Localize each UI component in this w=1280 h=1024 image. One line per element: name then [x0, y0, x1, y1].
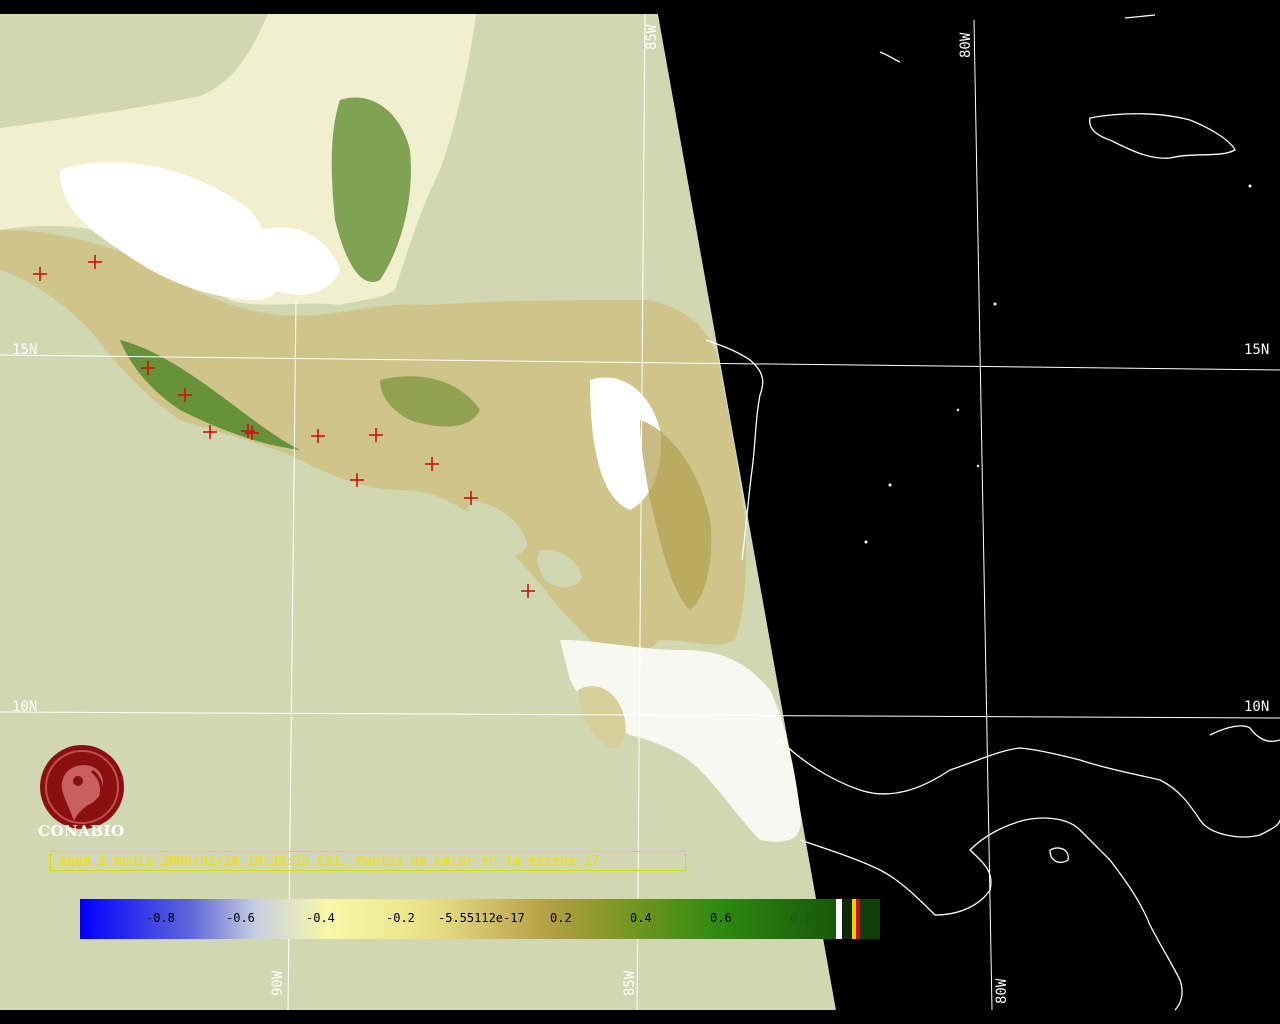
- colorbar-black-swatch: [842, 899, 852, 939]
- colorbar-tick-label: 0.2: [550, 911, 572, 925]
- lon-label-80w-bottom: 80W: [994, 978, 1010, 1004]
- lon-label-85w-bottom: 85W: [622, 970, 638, 996]
- colorbar-tick-label: -5.55112e-17: [438, 911, 525, 925]
- lat-label-10n-right: 10N: [1244, 699, 1269, 715]
- lon-label-80w-top: 80W: [958, 32, 974, 58]
- colorbar-tick-label: 0.4: [630, 911, 652, 925]
- lat-label-15n-left: 15N: [12, 342, 37, 358]
- colorbar-green-swatch: [860, 899, 880, 939]
- colorbar-tick-label: -0.4: [306, 911, 335, 925]
- colorbar-tick-label: -0.8: [146, 911, 175, 925]
- logo-name: CONABIO: [38, 822, 125, 840]
- colorbar-tick-label: -0.6: [226, 911, 255, 925]
- colorbar-tick-label: 0.6: [710, 911, 732, 925]
- colorbar-tick-label: 0.8: [790, 911, 812, 925]
- colorbar-tick-label: -0.2: [386, 911, 415, 925]
- lon-label-90w-bottom: 90W: [270, 970, 286, 996]
- lon-label-85w-top: 85W: [644, 24, 660, 50]
- lat-label-15n-right: 15N: [1244, 342, 1269, 358]
- lat-label-10n-left: 10N: [12, 699, 37, 715]
- scene-caption: aqua-1 modis 2006/02/24 19:38:35 EVI, Pu…: [50, 851, 686, 871]
